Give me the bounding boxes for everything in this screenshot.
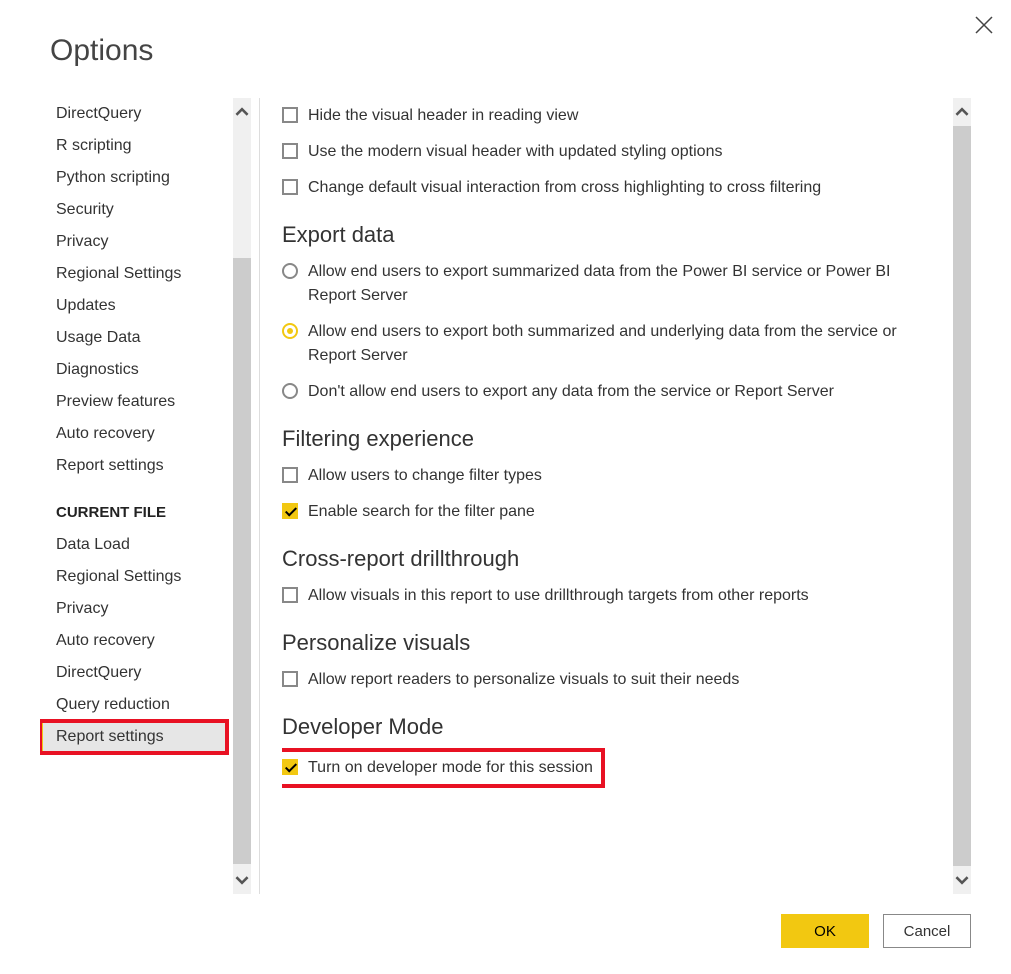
sidebar-item-privacy-file[interactable]: Privacy <box>40 593 227 625</box>
radio-export-summarized[interactable] <box>282 263 298 279</box>
sidebar-item-data-load[interactable]: Data Load <box>40 529 227 561</box>
content-pane: Hide the visual header in reading view U… <box>260 98 971 894</box>
dialog-footer: OK Cancel <box>781 914 971 948</box>
heading-filtering-experience: Filtering experience <box>282 426 931 452</box>
sidebar-item-python-scripting[interactable]: Python scripting <box>40 162 227 194</box>
radio-export-none[interactable] <box>282 383 298 399</box>
sidebar-item-auto-recovery[interactable]: Auto recovery <box>40 418 227 450</box>
ok-button[interactable]: OK <box>781 914 869 948</box>
scroll-down-icon[interactable] <box>233 866 251 894</box>
checkbox-personalize-visuals[interactable] <box>282 671 298 687</box>
sidebar-item-auto-recovery-file[interactable]: Auto recovery <box>40 625 227 657</box>
sidebar-item-diagnostics[interactable]: Diagnostics <box>40 354 227 386</box>
sidebar-item-updates[interactable]: Updates <box>40 290 227 322</box>
scroll-up-icon[interactable] <box>233 98 251 126</box>
option-label: Enable search for the filter pane <box>308 500 535 524</box>
checkbox-enable-search-filter-pane[interactable] <box>282 503 298 519</box>
checkbox-allow-change-filter-types[interactable] <box>282 467 298 483</box>
sidebar-item-regional-settings-file[interactable]: Regional Settings <box>40 561 227 593</box>
option-label: Turn on developer mode for this session <box>308 756 593 780</box>
content-scrollbar[interactable] <box>953 98 971 894</box>
scroll-down-icon[interactable] <box>953 866 971 894</box>
sidebar-section-current-file: CURRENT FILE <box>40 482 227 529</box>
sidebar: DirectQuery R scripting Python scripting… <box>40 98 260 894</box>
sidebar-item-report-settings[interactable]: Report settings <box>40 450 227 482</box>
checkbox-change-default-interaction[interactable] <box>282 179 298 195</box>
checkbox-hide-visual-header[interactable] <box>282 107 298 123</box>
checkbox-cross-report-drillthrough[interactable] <box>282 587 298 603</box>
content-scroll-thumb[interactable] <box>953 126 971 866</box>
option-label: Change default visual interaction from c… <box>308 176 821 200</box>
option-label: Allow report readers to personalize visu… <box>308 668 739 692</box>
cancel-button[interactable]: Cancel <box>883 914 971 948</box>
sidebar-scroll-thumb[interactable] <box>233 258 251 864</box>
sidebar-item-r-scripting[interactable]: R scripting <box>40 130 227 162</box>
heading-export-data: Export data <box>282 222 931 248</box>
sidebar-item-privacy[interactable]: Privacy <box>40 226 227 258</box>
heading-cross-report-drillthrough: Cross-report drillthrough <box>282 546 931 572</box>
option-label: Allow end users to export both summarize… <box>308 320 931 368</box>
option-label: Allow end users to export summarized dat… <box>308 260 931 308</box>
sidebar-item-regional-settings[interactable]: Regional Settings <box>40 258 227 290</box>
sidebar-item-usage-data[interactable]: Usage Data <box>40 322 227 354</box>
option-label: Use the modern visual header with update… <box>308 140 722 164</box>
option-label: Hide the visual header in reading view <box>308 104 578 128</box>
heading-personalize-visuals: Personalize visuals <box>282 630 931 656</box>
sidebar-item-security[interactable]: Security <box>40 194 227 226</box>
dialog-title: Options <box>50 34 153 68</box>
sidebar-scrollbar[interactable] <box>233 98 251 894</box>
scroll-up-icon[interactable] <box>953 98 971 126</box>
sidebar-item-preview-features[interactable]: Preview features <box>40 386 227 418</box>
option-label: Don't allow end users to export any data… <box>308 380 834 404</box>
checkbox-developer-mode[interactable] <box>282 759 298 775</box>
option-label: Allow visuals in this report to use dril… <box>308 584 809 608</box>
radio-export-both[interactable] <box>282 323 298 339</box>
sidebar-item-directquery-file[interactable]: DirectQuery <box>40 657 227 689</box>
sidebar-item-query-reduction[interactable]: Query reduction <box>40 689 227 721</box>
sidebar-item-report-settings-file[interactable]: Report settings <box>40 721 227 753</box>
checkbox-modern-visual-header[interactable] <box>282 143 298 159</box>
heading-developer-mode: Developer Mode <box>282 714 931 740</box>
close-icon[interactable] <box>975 14 993 40</box>
option-label: Allow users to change filter types <box>308 464 542 488</box>
sidebar-item-directquery[interactable]: DirectQuery <box>40 98 227 130</box>
